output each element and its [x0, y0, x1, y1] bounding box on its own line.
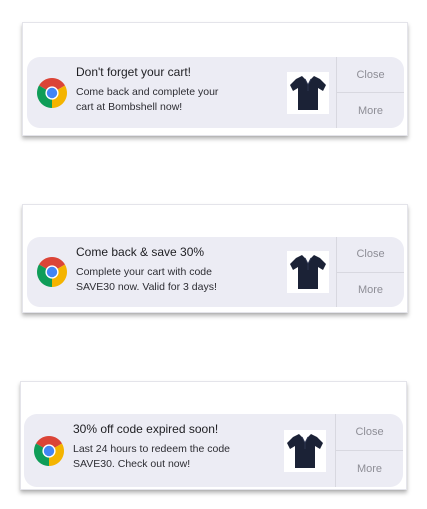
notification-message-line: Come back and complete your — [76, 86, 219, 98]
notification-frame-3: 30% off code expired soon! Last 24 hours… — [20, 381, 407, 490]
notification-message: Last 24 hours to redeem the code SAVE30.… — [73, 442, 277, 472]
notification-message: Come back and complete your cart at Bomb… — [76, 85, 280, 115]
chrome-icon — [37, 77, 67, 108]
notification-text: Come back & save 30% Complete your cart … — [76, 245, 280, 295]
notification-message-line: SAVE30. Check out now! — [73, 458, 191, 470]
notification-text: Don't forget your cart! Come back and co… — [76, 65, 280, 115]
notification-title: Come back & save 30% — [76, 245, 205, 259]
chrome-icon — [37, 257, 67, 287]
notification-actions: Close More — [335, 414, 403, 487]
close-button[interactable]: Close — [336, 414, 403, 450]
notification-examples: Don't forget your cart! Come back and co… — [0, 0, 427, 509]
notification-frame-1: Don't forget your cart! Come back and co… — [22, 22, 408, 136]
notification-text: 30% off code expired soon! Last 24 hours… — [73, 422, 277, 472]
notification-frame-2: Come back & save 30% Complete your cart … — [22, 204, 408, 313]
notification-2[interactable]: Come back & save 30% Complete your cart … — [27, 237, 404, 307]
notification-message-line: cart at Bombshell now! — [76, 101, 183, 113]
notification-title: 30% off code expired soon! — [73, 422, 219, 436]
more-button[interactable]: More — [336, 450, 403, 487]
navy-polo-shirt-icon — [287, 251, 329, 293]
notification-message-line: Complete your cart with code — [76, 266, 212, 278]
notification-message-line: SAVE30 now. Valid for 3 days! — [76, 281, 217, 293]
more-button[interactable]: More — [337, 92, 404, 128]
notification-actions: Close More — [336, 237, 404, 307]
close-button[interactable]: Close — [337, 57, 404, 92]
chrome-icon — [34, 435, 64, 466]
navy-polo-shirt-icon — [287, 71, 329, 114]
notification-actions: Close More — [336, 57, 404, 128]
navy-polo-shirt-icon — [284, 429, 326, 472]
close-button[interactable]: Close — [337, 237, 404, 272]
notification-1[interactable]: Don't forget your cart! Come back and co… — [27, 57, 404, 128]
notification-message-line: Last 24 hours to redeem the code — [73, 443, 231, 455]
notification-3[interactable]: 30% off code expired soon! Last 24 hours… — [24, 414, 403, 487]
notification-title: Don't forget your cart! — [76, 65, 192, 79]
more-button[interactable]: More — [337, 271, 404, 308]
notification-message: Complete your cart with code SAVE30 now.… — [76, 265, 280, 295]
